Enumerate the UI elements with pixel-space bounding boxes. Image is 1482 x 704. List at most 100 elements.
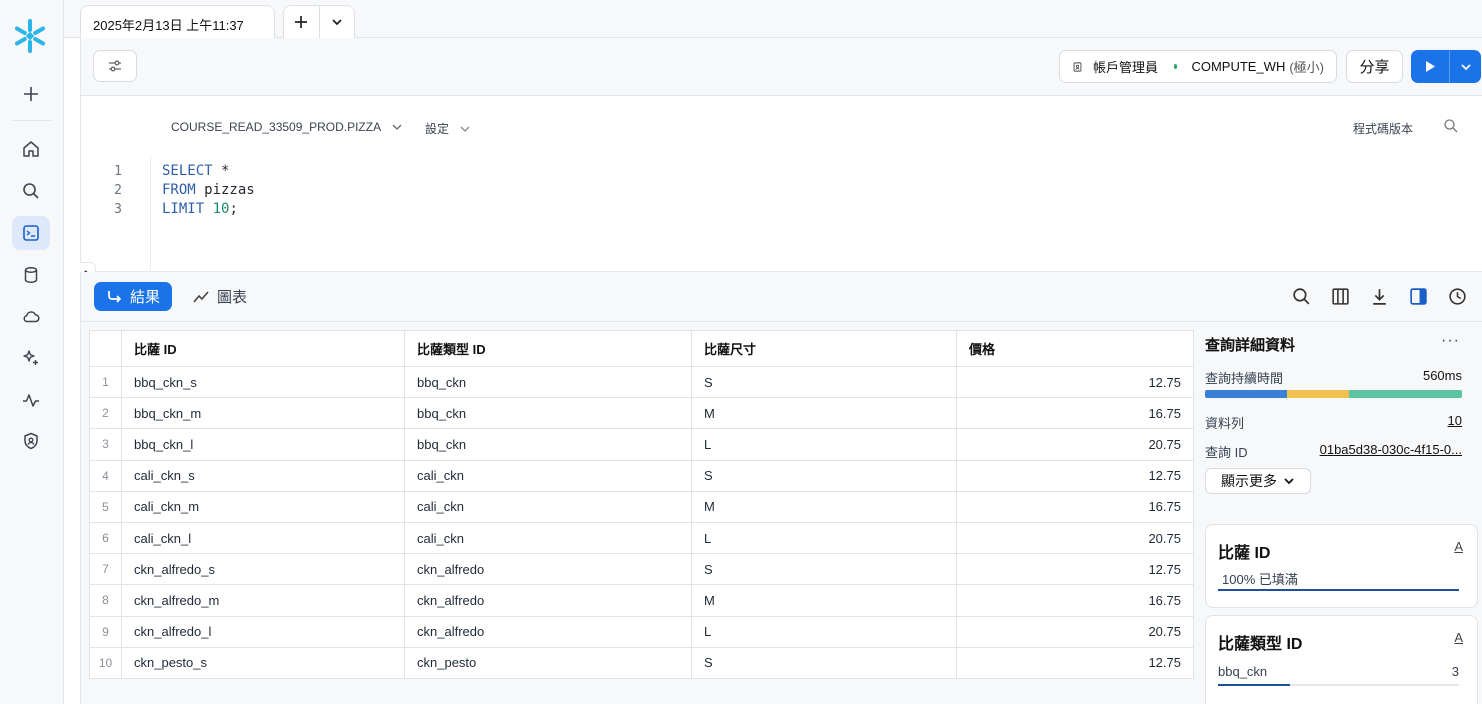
column-header[interactable]: 比薩尺寸: [691, 330, 957, 367]
cell-pizza-size[interactable]: S: [691, 365, 957, 399]
cell-pizza-size[interactable]: M: [691, 490, 957, 523]
cell-pizza-size[interactable]: L: [691, 428, 957, 461]
home-icon[interactable]: [12, 132, 50, 166]
columns-icon[interactable]: [1330, 286, 1351, 307]
create-icon[interactable]: [12, 77, 50, 111]
cell-price[interactable]: 20.75: [956, 615, 1194, 648]
cell-pizza-type-id[interactable]: cali_ckn: [404, 521, 692, 555]
cell-pizza-type-id[interactable]: bbq_ckn: [404, 428, 692, 461]
worksheets-icon[interactable]: [12, 216, 50, 250]
search-icon[interactable]: [1443, 118, 1459, 134]
code-line[interactable]: LIMIT 10;: [162, 201, 238, 217]
row-number[interactable]: 5: [89, 490, 122, 523]
row-number[interactable]: 9: [89, 615, 122, 648]
snowflake-logo-icon[interactable]: [12, 18, 48, 54]
table-row[interactable]: 9 ckn_alfredo_l ckn_alfredo L 20.75: [89, 615, 1194, 648]
cell-pizza-type-id[interactable]: ckn_alfredo: [404, 553, 692, 586]
table-row[interactable]: 1 bbq_ckn_s bbq_ckn S 12.75: [89, 365, 1194, 399]
worksheet-tab[interactable]: 2025年2月13日 上午11:37: [80, 5, 275, 38]
download-icon[interactable]: [1369, 286, 1390, 307]
cell-price[interactable]: 12.75: [956, 459, 1194, 492]
cell-pizza-type-id[interactable]: ckn_alfredo: [404, 615, 692, 648]
column-stats-card[interactable]: 比薩類型 ID A bbq_ckn 3: [1205, 615, 1478, 704]
row-number[interactable]: 8: [89, 584, 122, 617]
row-number[interactable]: 10: [89, 646, 122, 679]
cell-price[interactable]: 12.75: [956, 553, 1194, 586]
table-row[interactable]: 3 bbq_ckn_l bbq_ckn L 20.75: [89, 428, 1194, 461]
code-line[interactable]: FROM pizzas: [162, 182, 255, 198]
table-row[interactable]: 10 ckn_pesto_s ckn_pesto S 12.75: [89, 646, 1194, 679]
share-button[interactable]: 分享: [1346, 50, 1403, 83]
cell-pizza-id[interactable]: ckn_alfredo_s: [121, 553, 405, 586]
cell-price[interactable]: 12.75: [956, 365, 1194, 399]
cell-price[interactable]: 16.75: [956, 490, 1194, 523]
cell-price[interactable]: 16.75: [956, 397, 1194, 430]
cell-pizza-type-id[interactable]: cali_ckn: [404, 459, 692, 492]
cell-pizza-type-id[interactable]: ckn_alfredo: [404, 584, 692, 617]
cell-price[interactable]: 12.75: [956, 646, 1194, 679]
cell-pizza-size[interactable]: S: [691, 646, 957, 679]
row-number[interactable]: 3: [89, 428, 122, 461]
row-number[interactable]: 2: [89, 397, 122, 430]
table-row[interactable]: 7 ckn_alfredo_s ckn_alfredo S 12.75: [89, 553, 1194, 586]
database-icon[interactable]: [12, 258, 50, 292]
cell-pizza-size[interactable]: S: [691, 553, 957, 586]
cell-pizza-size[interactable]: L: [691, 615, 957, 648]
cell-pizza-id[interactable]: ckn_alfredo_l: [121, 615, 405, 648]
tab-chart[interactable]: 圖表: [193, 282, 247, 311]
ai-sparkle-icon[interactable]: [12, 341, 50, 375]
role-warehouse-selector[interactable]: 帳戶管理員 COMPUTE_WH (極小): [1059, 50, 1337, 83]
cell-pizza-size[interactable]: L: [691, 521, 957, 555]
cell-pizza-id[interactable]: bbq_ckn_s: [121, 365, 405, 399]
cell-price[interactable]: 16.75: [956, 584, 1194, 617]
cell-pizza-type-id[interactable]: cali_ckn: [404, 490, 692, 523]
row-number[interactable]: 7: [89, 553, 122, 586]
cell-price[interactable]: 20.75: [956, 428, 1194, 461]
column-stats-card[interactable]: 比薩 ID A 100% 已填滿: [1205, 524, 1478, 608]
code-line[interactable]: SELECT *: [162, 163, 229, 179]
side-panel-icon[interactable]: [1408, 286, 1429, 307]
cell-pizza-id[interactable]: cali_ckn_s: [121, 459, 405, 492]
settings-selector[interactable]: 設定: [425, 120, 471, 137]
column-header[interactable]: 比薩 ID: [121, 330, 405, 367]
run-button[interactable]: [1411, 50, 1449, 83]
cloud-icon[interactable]: [12, 299, 50, 333]
table-row[interactable]: 8 ckn_alfredo_m ckn_alfredo M 16.75: [89, 584, 1194, 617]
cell-pizza-id[interactable]: bbq_ckn_m: [121, 397, 405, 430]
row-number[interactable]: 4: [89, 459, 122, 492]
cell-pizza-id[interactable]: cali_ckn_m: [121, 490, 405, 523]
cell-pizza-type-id[interactable]: bbq_ckn: [404, 365, 692, 399]
filters-button[interactable]: [93, 50, 137, 82]
table-row[interactable]: 5 cali_ckn_m cali_ckn M 16.75: [89, 490, 1194, 523]
search-icon[interactable]: [12, 174, 50, 208]
cell-pizza-size[interactable]: M: [691, 584, 957, 617]
row-number[interactable]: 1: [89, 365, 122, 399]
new-worksheet-button[interactable]: [284, 6, 319, 38]
rows-value[interactable]: 10: [1448, 413, 1462, 432]
table-row[interactable]: 6 cali_ckn_l cali_ckn L 20.75: [89, 521, 1194, 555]
run-options-button[interactable]: [1449, 50, 1481, 83]
search-icon[interactable]: [1291, 286, 1312, 307]
cell-price[interactable]: 20.75: [956, 521, 1194, 555]
code-versions-button[interactable]: 程式碼版本: [1353, 120, 1413, 137]
admin-shield-icon[interactable]: [12, 424, 50, 458]
cell-pizza-id[interactable]: ckn_pesto_s: [121, 646, 405, 679]
history-clock-icon[interactable]: [1447, 286, 1468, 307]
cell-pizza-type-id[interactable]: bbq_ckn: [404, 397, 692, 430]
column-header[interactable]: 價格: [956, 330, 1194, 367]
more-options-icon[interactable]: ···: [1441, 332, 1460, 350]
tab-menu-button[interactable]: [318, 6, 355, 38]
column-header[interactable]: 比薩類型 ID: [404, 330, 692, 367]
cell-pizza-id[interactable]: bbq_ckn_l: [121, 428, 405, 461]
cell-pizza-id[interactable]: cali_ckn_l: [121, 521, 405, 555]
show-more-button[interactable]: 顯示更多: [1205, 468, 1311, 494]
cell-pizza-size[interactable]: M: [691, 397, 957, 430]
database-context-selector[interactable]: COURSE_READ_33509_PROD.PIZZA: [171, 120, 403, 134]
row-number[interactable]: 6: [89, 521, 122, 555]
cell-pizza-id[interactable]: ckn_alfredo_m: [121, 584, 405, 617]
cell-pizza-type-id[interactable]: ckn_pesto: [404, 646, 692, 679]
tab-results[interactable]: 結果: [94, 282, 172, 311]
table-row[interactable]: 2 bbq_ckn_m bbq_ckn M 16.75: [89, 397, 1194, 430]
query-id-value[interactable]: 01ba5d38-030c-4f15-0...: [1320, 442, 1462, 461]
table-row[interactable]: 4 cali_ckn_s cali_ckn S 12.75: [89, 459, 1194, 492]
